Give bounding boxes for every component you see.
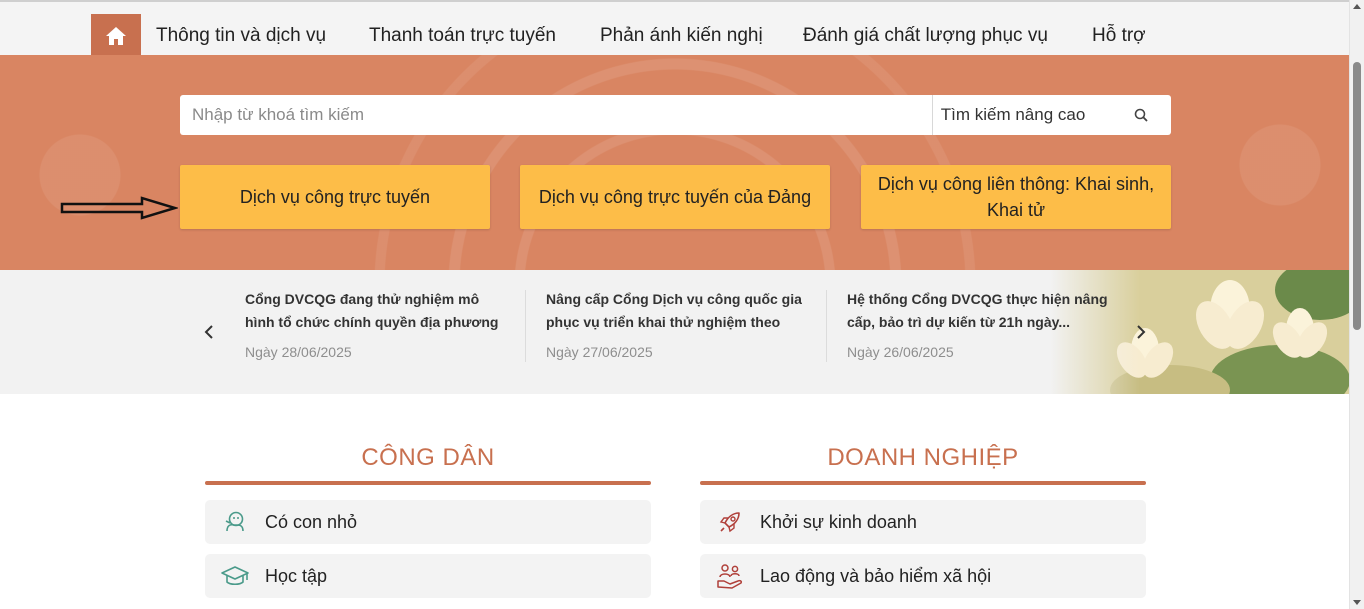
online-public-service-button[interactable]: Dịch vụ công trực tuyến [180, 165, 490, 229]
news-title[interactable]: Hệ thống Cổng DVCQG thực hiện nâng cấp, … [847, 288, 1112, 334]
home-icon [105, 26, 127, 46]
hero-banner [0, 55, 1350, 270]
category-label: Lao động và bảo hiểm xã hội [760, 566, 991, 587]
home-button[interactable] [91, 14, 141, 57]
news-strip: Cổng DVCQG đang thử nghiệm mô hình tổ ch… [0, 270, 1350, 394]
nav-item-support[interactable]: Hỗ trợ [1092, 25, 1146, 47]
advanced-search-button[interactable]: Tìm kiếm nâng cao [932, 95, 1093, 135]
category-label: Có con nhỏ [265, 512, 357, 533]
search-bar: Tìm kiếm nâng cao [180, 95, 1171, 135]
news-prev-icon[interactable] [203, 325, 217, 339]
main-nav: Thông tin và dịch vụ Thanh toán trực tuy… [0, 2, 1350, 55]
nav-item-feedback[interactable]: Phản ánh kiến nghị [600, 25, 763, 47]
news-date: Ngày 28/06/2025 [245, 344, 510, 360]
category-start-business[interactable]: Khởi sự kinh doanh [700, 500, 1146, 544]
nav-item-online-payment[interactable]: Thanh toán trực tuyến [369, 25, 556, 47]
citizen-section-title: CÔNG DÂN [205, 444, 651, 472]
news-title[interactable]: Cổng DVCQG đang thử nghiệm mô hình tổ ch… [245, 288, 510, 334]
news-date: Ngày 26/06/2025 [847, 344, 1112, 360]
party-online-service-button[interactable]: Dịch vụ công trực tuyến của Đảng [520, 165, 830, 229]
category-labor-insurance[interactable]: Lao động và bảo hiểm xã hội [700, 554, 1146, 598]
business-section-title: DOANH NGHIỆP [700, 444, 1146, 472]
nav-item-info-services[interactable]: Thông tin và dịch vụ [156, 25, 326, 47]
category-young-children[interactable]: Có con nhỏ [205, 500, 651, 544]
search-button[interactable] [1110, 95, 1171, 135]
business-section-underline [700, 481, 1146, 485]
scroll-thumb[interactable] [1353, 62, 1361, 330]
search-input[interactable] [180, 95, 920, 135]
search-icon [1134, 108, 1148, 122]
scroll-up-icon[interactable] [1353, 4, 1361, 9]
news-divider [525, 290, 526, 362]
nav-item-service-rating[interactable]: Đánh giá chất lượng phục vụ [803, 25, 1048, 47]
news-divider [826, 290, 827, 362]
rocket-icon [700, 500, 760, 544]
citizen-section-underline [205, 481, 651, 485]
scroll-down-icon[interactable] [1353, 600, 1361, 605]
category-label: Học tập [265, 566, 327, 587]
category-label: Khởi sự kinh doanh [760, 512, 917, 533]
news-date: Ngày 27/06/2025 [546, 344, 811, 360]
news-title[interactable]: Nâng cấp Cổng Dịch vụ công quốc gia phục… [546, 288, 811, 334]
birth-death-service-button[interactable]: Dịch vụ công liên thông: Khai sinh, Khai… [861, 165, 1171, 229]
page-scrollbar[interactable] [1349, 0, 1364, 609]
graduation-cap-icon [205, 554, 265, 598]
arrow-annotation-icon [60, 196, 178, 220]
news-item[interactable]: Cổng DVCQG đang thử nghiệm mô hình tổ ch… [245, 288, 510, 360]
baby-icon [205, 500, 265, 544]
news-next-icon[interactable] [1133, 325, 1147, 339]
category-education[interactable]: Học tập [205, 554, 651, 598]
news-item[interactable]: Hệ thống Cổng DVCQG thực hiện nâng cấp, … [847, 288, 1112, 360]
news-item[interactable]: Nâng cấp Cổng Dịch vụ công quốc gia phục… [546, 288, 811, 360]
people-hand-icon [700, 554, 760, 598]
